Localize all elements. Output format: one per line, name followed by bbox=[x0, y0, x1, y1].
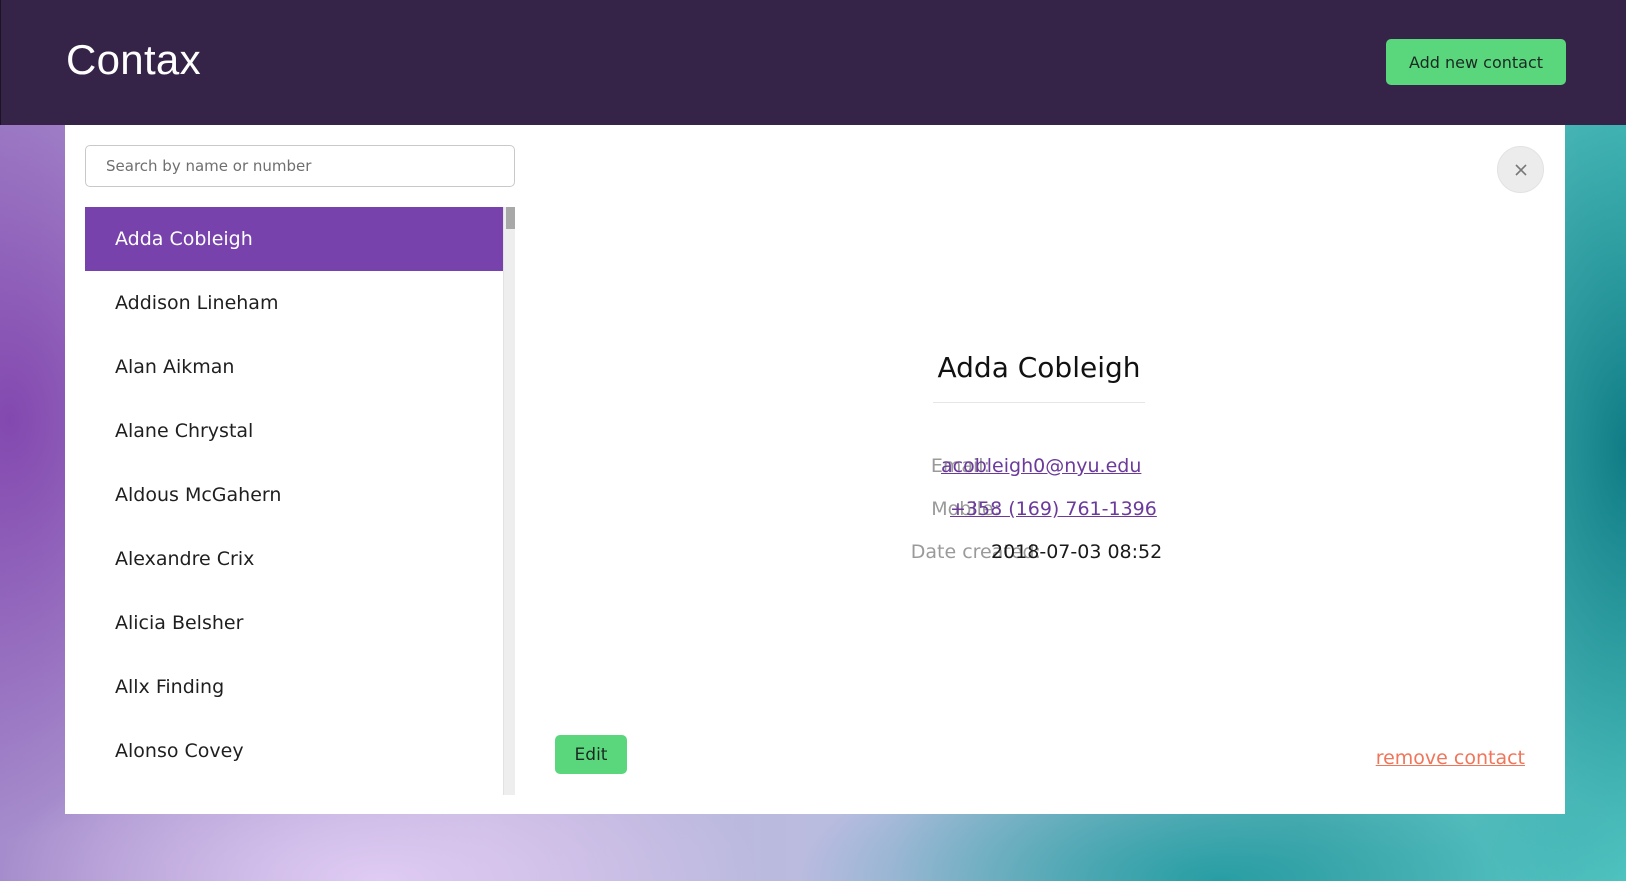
scrollbar-thumb[interactable] bbox=[506, 207, 515, 229]
add-new-contact-button[interactable]: Add new contact bbox=[1386, 39, 1566, 85]
contact-list-item[interactable]: Adda Cobleigh bbox=[85, 207, 503, 271]
contact-list-scrollbar[interactable] bbox=[503, 207, 515, 795]
contact-list-item[interactable]: Allx Finding bbox=[85, 655, 503, 719]
contact-list-item[interactable]: Alexandre Crix bbox=[85, 527, 503, 591]
contact-list: Adda Cobleigh Addison Lineham Alan Aikma… bbox=[85, 207, 503, 783]
search-input[interactable] bbox=[85, 145, 515, 187]
close-icon bbox=[1514, 163, 1527, 176]
edit-button[interactable]: Edit bbox=[555, 735, 627, 774]
app-title: Contax bbox=[66, 36, 201, 83]
contact-list-item[interactable]: Alicia Belsher bbox=[85, 591, 503, 655]
contact-detail-name: Adda Cobleigh bbox=[933, 351, 1145, 403]
date-created-value: 2018-07-03 08:52 bbox=[991, 541, 1163, 563]
contact-list-container: Adda Cobleigh Addison Lineham Alan Aikma… bbox=[85, 207, 515, 795]
email-link[interactable]: acobleigh0@nyu.edu bbox=[941, 455, 1141, 477]
contacts-panel: Adda Cobleigh Addison Lineham Alan Aikma… bbox=[65, 125, 1565, 814]
close-button[interactable] bbox=[1497, 146, 1544, 193]
contact-list-item[interactable]: Alan Aikman bbox=[85, 335, 503, 399]
top-bar: Contax Add new contact bbox=[0, 0, 1626, 125]
remove-contact-link[interactable]: remove contact bbox=[1376, 747, 1525, 769]
contact-list-item[interactable]: Alane Chrystal bbox=[85, 399, 503, 463]
mobile-link[interactable]: +358 (169) 761-1396 bbox=[950, 498, 1157, 520]
contact-list-item[interactable]: Addison Lineham bbox=[85, 271, 503, 335]
contact-list-item[interactable]: Alonso Covey bbox=[85, 719, 503, 783]
contact-list-item[interactable]: Aldous McGahern bbox=[85, 463, 503, 527]
